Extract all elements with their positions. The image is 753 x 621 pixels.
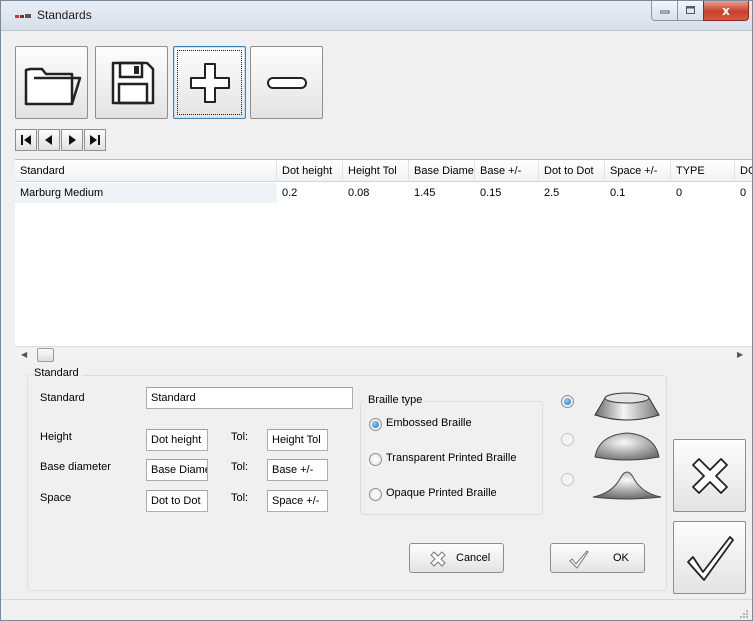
standard-group-title: Standard <box>31 367 82 379</box>
table-cell[interactable]: 0 <box>671 183 735 203</box>
truncated-cone-icon <box>594 392 660 421</box>
save-disk-icon <box>111 61 154 104</box>
last-record-button[interactable] <box>84 129 106 151</box>
dome-radio[interactable] <box>561 433 574 446</box>
transparent-braille-radio[interactable] <box>369 453 382 466</box>
remove-minus-icon <box>266 76 307 89</box>
scroll-left-icon[interactable]: ◀ <box>21 350 27 359</box>
base-tol-input[interactable]: Base +/- <box>267 459 328 481</box>
embossed-braille-label[interactable]: Embossed Braille <box>386 417 472 429</box>
space-tol-label: Tol: <box>231 492 249 504</box>
horizontal-scrollbar[interactable]: ◀ ▶ <box>15 346 752 363</box>
title-bar: Standards x <box>1 1 752 31</box>
cancel-label: Cancel <box>456 552 491 564</box>
space-label: Space <box>40 492 72 504</box>
space-tol-input[interactable]: Space +/- <box>267 490 328 512</box>
table-cell[interactable]: Marburg Medium <box>15 183 277 203</box>
cancel-big-button[interactable] <box>673 439 746 512</box>
column-header[interactable]: Height Tol <box>343 160 409 182</box>
maximize-icon <box>685 6 695 14</box>
dot-height-input[interactable]: Dot height <box>146 429 208 451</box>
base-tol-label: Tol: <box>231 461 249 473</box>
close-icon: x <box>722 3 730 18</box>
next-record-icon <box>69 135 76 145</box>
height-tol-label: Tol: <box>231 431 249 443</box>
table-cell[interactable]: 0.2 <box>277 183 343 203</box>
height-label: Height <box>40 431 72 443</box>
first-record-button[interactable] <box>15 129 37 151</box>
resize-grip-icon[interactable] <box>738 608 748 618</box>
ok-check-icon <box>686 535 734 581</box>
bell-icon <box>592 471 662 500</box>
table-cell[interactable]: 1.45 <box>409 183 475 203</box>
standards-window: Standards x Standard Dot height Height T… <box>0 0 753 621</box>
cancel-x-icon <box>691 457 728 494</box>
ok-icon <box>569 550 589 569</box>
embossed-braille-radio[interactable] <box>369 418 382 431</box>
column-header[interactable]: Base +/- <box>475 160 539 182</box>
column-header[interactable]: Standard <box>15 160 277 182</box>
minimize-icon <box>659 10 669 13</box>
column-header[interactable]: TYPE <box>671 160 735 182</box>
height-tol-input[interactable]: Height Tol <box>267 429 328 451</box>
table-cell[interactable]: 0.1 <box>605 183 671 203</box>
bell-radio[interactable] <box>561 473 574 486</box>
grid-header: Standard Dot height Height Tol Base Diam… <box>15 160 752 182</box>
cancel-button[interactable]: Cancel <box>409 543 504 573</box>
focus-ring <box>177 50 242 115</box>
status-bar <box>1 599 752 620</box>
column-header[interactable]: Space +/- <box>605 160 671 182</box>
add-button[interactable] <box>173 46 246 119</box>
window-title: Standards <box>37 8 92 22</box>
close-button[interactable]: x <box>703 1 749 21</box>
prior-record-icon <box>45 135 52 145</box>
standards-grid[interactable]: Standard Dot height Height Tol Base Diam… <box>15 159 752 359</box>
prior-record-button[interactable] <box>38 129 60 151</box>
remove-button[interactable] <box>250 46 323 119</box>
table-cell[interactable]: 2.5 <box>539 183 605 203</box>
table-cell[interactable]: 0 <box>735 183 752 203</box>
column-header[interactable]: Dot height <box>277 160 343 182</box>
scroll-right-icon[interactable]: ▶ <box>737 350 743 359</box>
standard-label: Standard <box>40 392 85 404</box>
opaque-braille-radio[interactable] <box>369 488 382 501</box>
dome-icon <box>594 432 660 461</box>
maximize-button[interactable] <box>677 1 704 21</box>
next-record-button[interactable] <box>61 129 83 151</box>
column-header[interactable]: Dot to Dot <box>539 160 605 182</box>
ok-label: OK <box>613 552 629 564</box>
column-header[interactable]: Base Diamete <box>409 160 475 182</box>
app-icon <box>15 14 31 18</box>
column-header[interactable]: DC <box>735 160 752 182</box>
base-diameter-input[interactable]: Base Diame <box>146 459 208 481</box>
transparent-braille-label[interactable]: Transparent Printed Braille <box>386 452 516 464</box>
cancel-icon <box>430 551 446 567</box>
ok-button[interactable]: OK <box>550 543 645 573</box>
truncated-cone-radio[interactable] <box>561 395 574 408</box>
ok-big-button[interactable] <box>673 521 746 594</box>
open-button[interactable] <box>15 46 88 119</box>
open-folder-icon <box>24 67 81 105</box>
table-row[interactable]: Marburg Medium 0.2 0.08 1.45 0.15 2.5 0.… <box>15 183 752 203</box>
minimize-button[interactable] <box>651 1 678 21</box>
opaque-braille-label[interactable]: Opaque Printed Braille <box>386 487 497 499</box>
table-cell[interactable]: 0.08 <box>343 183 409 203</box>
braille-type-title: Braille type <box>365 394 426 406</box>
dot-to-dot-input[interactable]: Dot to Dot <box>146 490 208 512</box>
save-button[interactable] <box>95 46 168 119</box>
base-diameter-label: Base diameter <box>40 461 111 473</box>
first-record-icon <box>21 135 31 145</box>
table-cell[interactable]: 0.15 <box>475 183 539 203</box>
standard-name-input[interactable]: Standard <box>146 387 353 409</box>
last-record-icon <box>90 135 100 145</box>
scrollbar-thumb[interactable] <box>37 348 54 362</box>
